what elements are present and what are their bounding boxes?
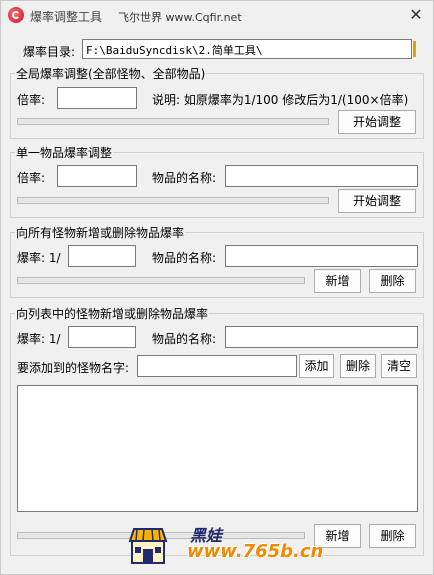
directory-scroll-indicator	[413, 41, 416, 57]
global-start-button[interactable]: 开始调整	[338, 110, 416, 134]
global-adjust-title: 全局爆率调整(全部怪物、全部物品)	[15, 65, 207, 82]
app-icon	[8, 7, 24, 23]
shop-icon	[128, 528, 168, 564]
directory-label: 爆率目录:	[23, 45, 76, 59]
global-note: 说明: 如原爆率为1/100 修改后为1/(100×倍率)	[152, 93, 409, 107]
global-progress-bar	[17, 118, 329, 125]
single-item-name-label: 物品的名称:	[152, 171, 217, 185]
monster-name-label: 要添加到的怪物名字:	[17, 361, 130, 375]
listed-rate-input[interactable]	[68, 326, 136, 348]
global-multiplier-input[interactable]	[57, 87, 137, 109]
delete-monster-name-button[interactable]: 删除	[340, 354, 376, 378]
window-subtitle: 飞尔世界 www.Cqfir.net	[118, 11, 242, 24]
single-item-title: 单一物品爆率调整	[15, 144, 114, 161]
single-progress-bar	[17, 197, 329, 204]
watermark-url: www.765b.cn	[187, 541, 324, 562]
all-monsters-title: 向所有怪物新增或删除物品爆率	[15, 224, 186, 241]
all-add-button[interactable]: 新增	[314, 269, 361, 293]
listed-rate-label: 爆率: 1/	[17, 332, 61, 346]
single-multiplier-label: 倍率:	[17, 171, 46, 185]
directory-field[interactable]: F:\BaiduSyncdisk\2.简单工具\	[82, 39, 412, 59]
all-rate-input[interactable]	[68, 245, 136, 267]
all-delete-button[interactable]: 删除	[369, 269, 416, 293]
listed-monsters-title: 向列表中的怪物新增或删除物品爆率	[15, 305, 210, 322]
window-title: 爆率调整工具	[30, 10, 103, 24]
global-multiplier-label: 倍率:	[17, 93, 46, 107]
single-item-name-input[interactable]	[225, 165, 418, 187]
all-item-name-label: 物品的名称:	[152, 251, 217, 265]
listed-item-name-input[interactable]	[225, 326, 418, 348]
single-multiplier-input[interactable]	[57, 165, 137, 187]
monster-name-input[interactable]	[137, 355, 297, 377]
single-start-button[interactable]: 开始调整	[338, 189, 416, 213]
close-icon: ✕	[409, 5, 423, 24]
clear-monster-list-button[interactable]: 清空	[381, 354, 417, 378]
listed-delete-button[interactable]: 删除	[369, 524, 416, 548]
close-button[interactable]: ✕	[402, 3, 430, 27]
listed-item-name-label: 物品的名称:	[152, 332, 217, 346]
monster-listbox[interactable]	[17, 385, 418, 512]
all-rate-label: 爆率: 1/	[17, 251, 61, 265]
all-item-name-input[interactable]	[225, 245, 418, 267]
add-monster-name-button[interactable]: 添加	[299, 354, 334, 378]
all-progress-bar	[17, 277, 305, 284]
